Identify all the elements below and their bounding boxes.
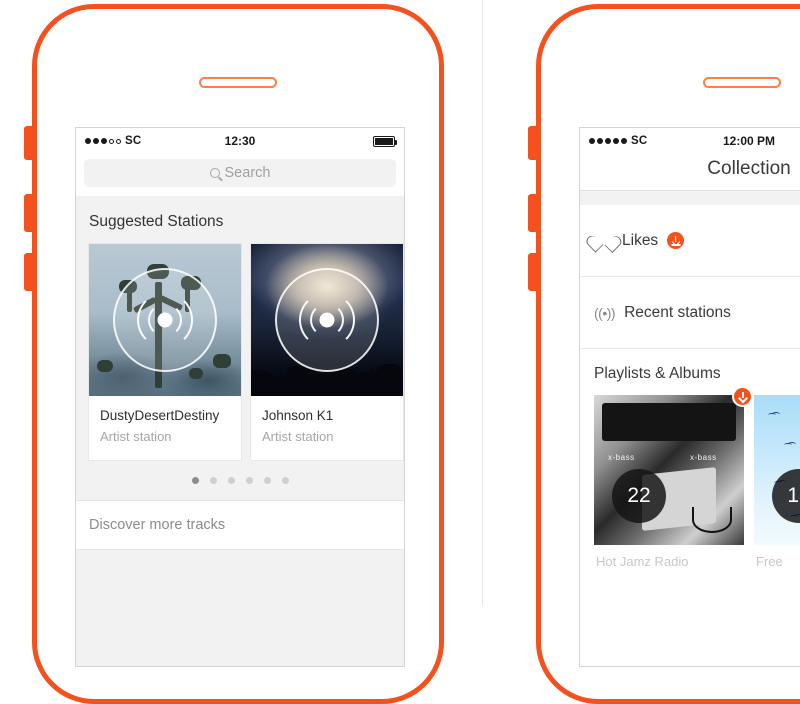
artwork-boombox-image: x-bass x-bass — [594, 395, 744, 545]
collection-row-likes[interactable]: Likes — [580, 205, 800, 277]
station-artwork-concert — [251, 244, 403, 396]
status-bar-signal: SC — [589, 135, 647, 147]
station-subtitle: Artist station — [262, 429, 334, 444]
battery-icon — [373, 135, 397, 147]
suggested-stations-carousel[interactable]: DustyDesertDestiny Artist station Johnso… — [76, 244, 404, 460]
content-scroll-left[interactable]: Suggested Stations DustyDesertDestiny Ar… — [76, 196, 404, 666]
search-input[interactable]: Search — [84, 159, 396, 187]
station-card-meta: Johnson K1 Artist station — [251, 396, 403, 460]
carousel-pagination[interactable] — [76, 460, 404, 500]
pager-dot[interactable] — [245, 477, 253, 484]
discover-more-tracks-row[interactable]: Discover more tracks — [76, 500, 404, 550]
earpiece-speaker-icon — [703, 77, 781, 88]
station-artwork-desert — [89, 244, 241, 396]
radio-wave-icon: ((•)) — [594, 304, 616, 321]
status-bar-right: SC 12:00 PM — [580, 128, 800, 154]
section-title-playlists: Playlists & Albums — [580, 349, 800, 395]
screen-left: SC 12:30 Search Suggested Stations Dusty… — [75, 127, 405, 667]
pager-dot[interactable] — [281, 477, 289, 484]
station-broadcast-icon — [113, 268, 217, 372]
pager-dot[interactable] — [191, 477, 199, 484]
album-card[interactable]: x-bass x-bass 22 Hot Jamz Radio — [594, 386, 753, 569]
album-artwork-radio: x-bass x-bass 22 — [594, 395, 744, 545]
album-caption: Free — [756, 554, 783, 569]
download-badge-icon[interactable] — [667, 232, 685, 249]
signal-strength-icon — [589, 138, 627, 144]
page-title: Suggested Stations — [76, 196, 404, 244]
phone-device-left: SC 12:30 Search Suggested Stations Dusty… — [24, 4, 444, 704]
pager-dot[interactable] — [227, 477, 235, 484]
panel-divider — [482, 0, 483, 605]
station-title: DustyDesertDestiny — [100, 408, 220, 423]
download-badge-icon[interactable] — [732, 386, 753, 407]
status-bar-signal: SC — [85, 135, 141, 147]
silent-switch-button[interactable] — [24, 126, 33, 160]
pager-dot[interactable] — [263, 477, 271, 484]
status-bar-left: SC 12:30 — [76, 128, 404, 154]
album-card[interactable]: 13 Free — [754, 395, 800, 569]
volume-up-button[interactable] — [24, 194, 33, 232]
collection-row-label: Recent stations — [624, 303, 731, 321]
signal-strength-icon — [85, 138, 121, 144]
phone-device-right: SC 12:00 PM Collection Likes ((•)) Recen… — [528, 4, 800, 704]
album-track-count: 22 — [612, 469, 666, 523]
station-subtitle: Artist station — [100, 429, 172, 444]
collection-row-label-group: Likes — [594, 231, 685, 250]
search-icon — [209, 168, 220, 178]
mockup-stage: SC 12:30 Search Suggested Stations Dusty… — [0, 0, 800, 704]
station-card-meta: DustyDesertDestiny Artist station — [89, 396, 241, 460]
collection-row-label-group: ((•)) Recent stations — [594, 304, 731, 322]
carrier-label: SC — [125, 135, 142, 147]
heart-icon — [594, 232, 613, 249]
collection-row-label: Likes — [622, 231, 659, 249]
collection-row-recent-stations[interactable]: ((•)) Recent stations — [580, 277, 800, 349]
volume-down-button[interactable] — [24, 253, 33, 291]
album-caption: Hot Jamz Radio — [596, 554, 689, 569]
search-bar-container: Search — [76, 154, 404, 196]
earpiece-speaker-icon — [199, 77, 277, 88]
pager-dot[interactable] — [209, 477, 217, 484]
albums-carousel[interactable]: x-bass x-bass 22 Hot Jamz Radio 1 Free — [580, 386, 800, 569]
station-title: Johnson K1 — [262, 408, 334, 423]
carrier-label: SC — [631, 135, 648, 147]
status-bar-right — [373, 135, 397, 147]
station-card[interactable]: DustyDesertDestiny Artist station — [89, 244, 241, 460]
nav-title: Collection — [580, 154, 800, 191]
silent-switch-button[interactable] — [528, 126, 537, 160]
volume-down-button[interactable] — [528, 253, 537, 291]
station-broadcast-icon — [275, 268, 379, 372]
screen-right: SC 12:00 PM Collection Likes ((•)) Recen… — [579, 127, 800, 667]
nav-spacer — [580, 191, 800, 205]
volume-up-button[interactable] — [528, 194, 537, 232]
album-artwork-birds: 13 — [754, 395, 800, 545]
station-card[interactable]: Johnson K1 Artist station — [251, 244, 403, 460]
search-placeholder: Search — [224, 165, 271, 181]
